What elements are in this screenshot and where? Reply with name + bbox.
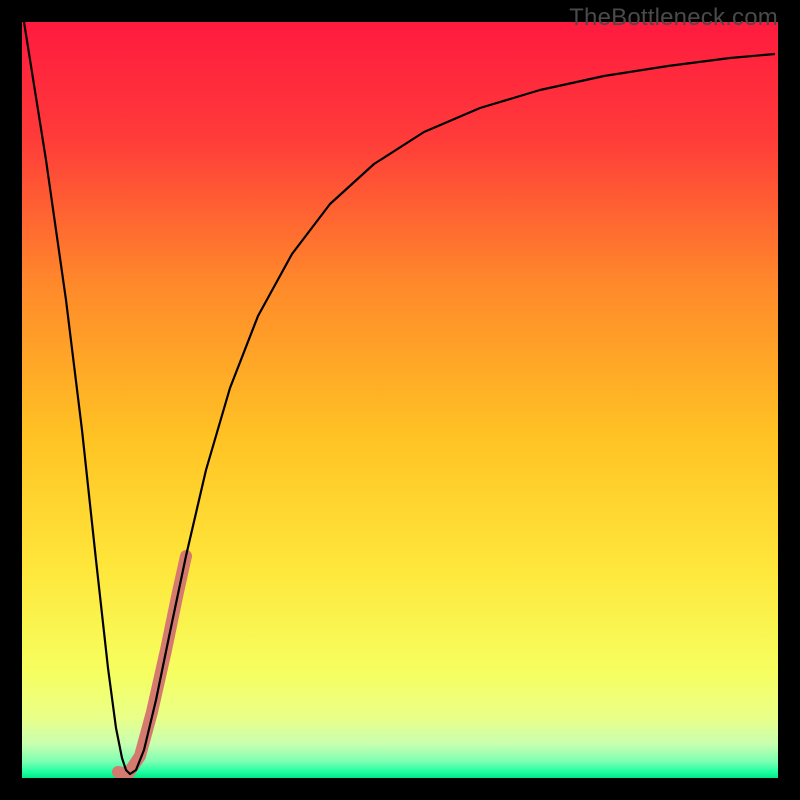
watermark-text: TheBottleneck.com [569,4,778,32]
chart-frame: TheBottleneck.com [0,0,800,800]
plot-svg [22,22,778,778]
plot-area [22,22,778,778]
gradient-background [22,22,778,778]
